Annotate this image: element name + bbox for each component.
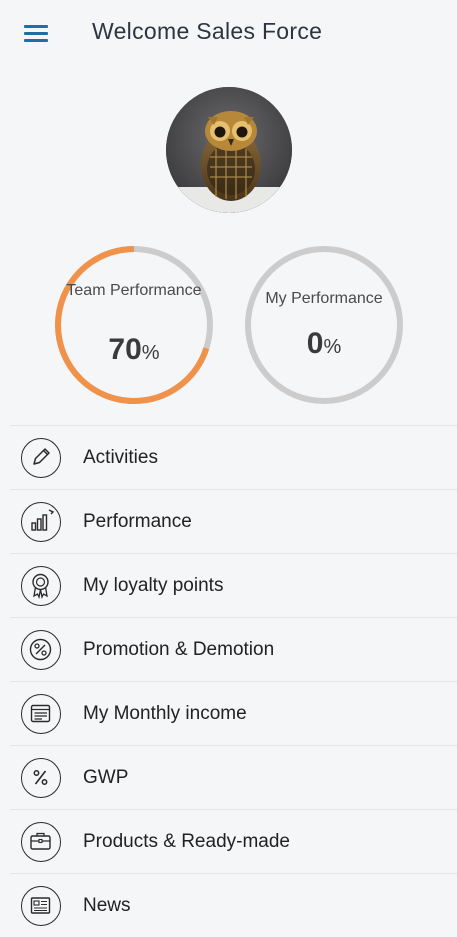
team-performance-value: 70% [108, 333, 160, 366]
hamburger-menu-icon[interactable] [24, 22, 48, 42]
menu-item-monthly-income[interactable]: My Monthly income [10, 681, 457, 745]
my-performance-ring [245, 246, 403, 404]
menu-item-label: Performance [83, 511, 192, 532]
briefcase-icon [21, 822, 61, 862]
menu-item-label: My loyalty points [83, 575, 224, 596]
my-performance-gauge[interactable]: My Performance 0% [244, 245, 404, 405]
menu-item-news[interactable]: News [10, 873, 457, 937]
newspaper-icon [21, 886, 61, 926]
menu-item-activities[interactable]: Activities [10, 425, 457, 489]
bar-chart-icon [21, 502, 61, 542]
menu-item-performance[interactable]: Performance [10, 489, 457, 553]
team-performance-label: Team Performance [66, 282, 202, 299]
menu-item-label: Activities [83, 447, 158, 468]
menu-item-label: News [83, 895, 131, 916]
menu-item-loyalty-points[interactable]: My loyalty points [10, 553, 457, 617]
main-menu: Activities Performance My loyalty points [10, 425, 457, 937]
menu-item-label: My Monthly income [83, 703, 247, 724]
team-performance-gauge[interactable]: Team Performance 70% [54, 245, 214, 405]
menu-item-gwp[interactable]: GWP [10, 745, 457, 809]
menu-item-label: Products & Ready-made [83, 831, 290, 852]
page-title: Welcome Sales Force [92, 18, 323, 44]
percent-icon [21, 758, 61, 798]
my-performance-value: 0% [306, 327, 342, 360]
menu-item-products[interactable]: Products & Ready-made [10, 809, 457, 873]
percent-badge-icon [21, 630, 61, 670]
calendar-icon [21, 694, 61, 734]
award-medal-icon [21, 566, 61, 606]
avatar[interactable] [166, 87, 292, 213]
team-performance-ring [55, 246, 213, 404]
menu-item-label: Promotion & Demotion [83, 639, 275, 660]
menu-item-promotion-demotion[interactable]: Promotion & Demotion [10, 617, 457, 681]
pencil-icon [21, 438, 61, 478]
menu-item-label: GWP [83, 767, 129, 788]
app-header: Welcome Sales Force [0, 0, 457, 66]
my-performance-label: My Performance [265, 290, 383, 307]
